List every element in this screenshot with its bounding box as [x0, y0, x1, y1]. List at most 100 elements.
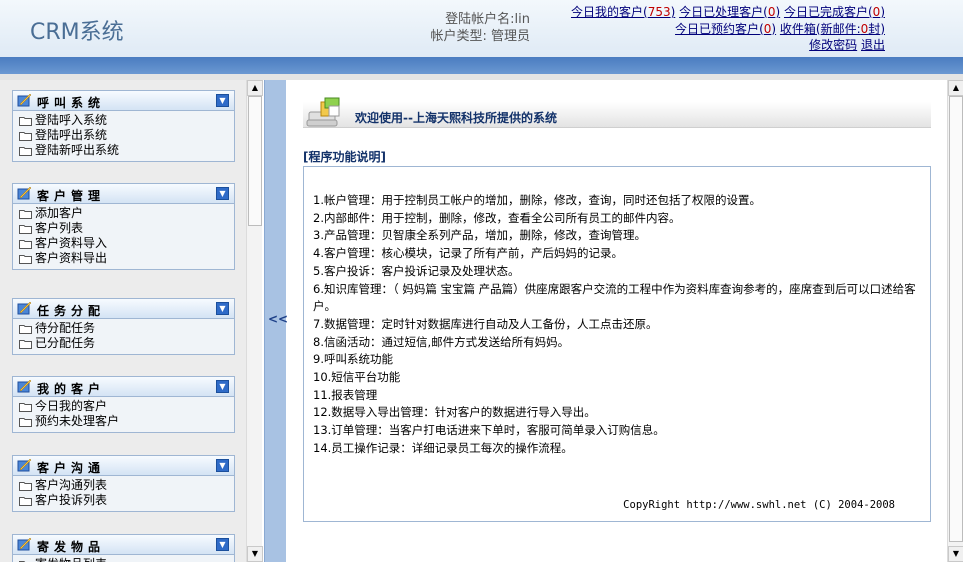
sidebar-scrollbar[interactable]: ▲ ▼	[246, 80, 263, 562]
feature-item: 12.数据导入导出管理：针对客户的数据进行导入导出。	[313, 405, 596, 420]
change-password-link[interactable]: 修改密码	[809, 38, 857, 52]
sidebar-menu-item-label: 客户沟通列表	[35, 478, 108, 492]
sidebar-menu-item[interactable]: 预约未处理客户	[19, 414, 234, 429]
menu-group: 我的客户 ▼ 今日我的客户 预约未处理客户	[12, 376, 235, 433]
feature-box: 1.帐户管理：用于控制员工帐户的增加，删除，修改，查询，同时还包括了权限的设置。…	[303, 166, 931, 522]
feature-item: 13.订单管理：当客户打电话进来下单时，客服可简单录入订购信息。	[313, 423, 665, 438]
folder-icon	[19, 147, 32, 156]
menu-group-icon	[17, 301, 32, 315]
sidebar-menu-item-label: 客户资料导出	[35, 251, 108, 265]
sidebar-scroll-thumb[interactable]	[248, 96, 262, 226]
sidebar-menu-item[interactable]: 客户投诉列表	[19, 493, 234, 508]
collapse-icon[interactable]: ▼	[216, 380, 229, 393]
sidebar-menu-item-label: 寄发物品列表	[35, 557, 107, 562]
folder-icon	[19, 403, 32, 412]
menu-group-icon	[17, 379, 32, 393]
menu-group-body: 客户沟通列表 客户投诉列表	[13, 476, 234, 511]
inbox-link[interactable]: 收件箱(新邮件:0封)	[780, 22, 885, 36]
account-info: 登陆帐户名:lin 帐户类型: 管理员	[380, 11, 530, 45]
menu-group-body: 登陆呼入系统 登陆呼出系统 登陆新呼出系统	[13, 111, 234, 161]
sidebar-menu-item[interactable]: 登陆新呼出系统	[19, 143, 234, 158]
menu-group-header[interactable]: 客户管理 ▼	[13, 184, 234, 204]
menu-group-title: 客户沟通	[37, 461, 106, 475]
folder-icon	[19, 132, 32, 141]
folder-icon	[19, 482, 32, 491]
sidebar-menu-item[interactable]: 待分配任务	[19, 321, 234, 336]
menu-group-header[interactable]: 寄发物品 ▼	[13, 535, 234, 555]
menu-group-icon	[17, 186, 32, 200]
section-title: [程序功能说明]	[303, 150, 386, 164]
sidebar-menu-item[interactable]: 登陆呼入系统	[19, 113, 234, 128]
sidebar-menu-item[interactable]: 客户列表	[19, 221, 234, 236]
feature-item: 2.内部邮件：用于控制，删除，修改，查看全公司所有员工的邮件内容。	[313, 210, 681, 225]
feature-item: 5.客户投诉：客户投诉记录及处理状态。	[313, 263, 520, 278]
menu-group-body: 待分配任务 已分配任务	[13, 319, 234, 354]
main-scroll-up-button[interactable]: ▲	[948, 80, 963, 96]
feature-item: 8.信函活动：通过短信,邮件方式发送给所有妈妈。	[313, 334, 570, 349]
collapse-icon[interactable]: ▼	[216, 459, 229, 472]
sidebar-menu-item[interactable]: 客户资料导出	[19, 251, 234, 266]
collapse-icon[interactable]: ▼	[216, 302, 229, 315]
folder-icon	[19, 240, 32, 249]
sidebar-menu-item-label: 客户列表	[35, 221, 84, 235]
menu-group-header[interactable]: 我的客户 ▼	[13, 377, 234, 397]
sidebar-menu-item[interactable]: 登陆呼出系统	[19, 128, 234, 143]
folder-icon	[19, 255, 32, 264]
collapse-icon[interactable]: ▼	[216, 187, 229, 200]
feature-item: 6.知识库管理：（ 妈妈篇 宝宝篇 产品篇）供座席跟客户交流的工程中作为资料库查…	[313, 281, 916, 314]
sidebar-menu-item[interactable]: 寄发物品列表	[19, 557, 234, 562]
menu-group-body: 添加客户 客户列表 客户资料导入 客户资料导出	[13, 204, 234, 269]
today-done-link[interactable]: 今日已完成客户(0)	[784, 5, 885, 19]
menu-group: 呼叫系统 ▼ 登陆呼入系统 登陆呼出系统 登陆新呼出系统	[12, 90, 235, 162]
feature-item: 11.报表管理	[313, 387, 378, 402]
sidebar-menu-item-label: 今日我的客户	[35, 399, 108, 413]
sidebar-menu-item[interactable]: 客户资料导入	[19, 236, 234, 251]
header-blue-bar	[0, 57, 963, 74]
welcome-icon	[306, 97, 340, 127]
sidebar-scroll-down-button[interactable]: ▼	[247, 546, 263, 562]
collapse-sidebar-arrow[interactable]: <<	[268, 312, 288, 326]
menu-group-header[interactable]: 任务分配 ▼	[13, 299, 234, 319]
menu-group-title: 我的客户	[37, 382, 106, 396]
collapse-icon[interactable]: ▼	[216, 538, 229, 551]
collapse-icon[interactable]: ▼	[216, 94, 229, 107]
today-reserved-link[interactable]: 今日已预约客户(0)	[675, 22, 776, 36]
main-scrollbar[interactable]: ▲ ▼	[947, 80, 963, 562]
menu-group-body: 寄发物品列表	[13, 555, 234, 562]
menu-group: 寄发物品 ▼ 寄发物品列表	[12, 534, 235, 562]
menu-group-title: 客户管理	[37, 189, 106, 203]
folder-icon	[19, 418, 32, 427]
menu-group-header[interactable]: 客户沟通 ▼	[13, 456, 234, 476]
today-my-customers-link[interactable]: 今日我的客户(753)	[571, 5, 675, 19]
folder-icon	[19, 210, 32, 219]
welcome-text: 欢迎使用--上海天熙科技所提供的系统	[355, 111, 557, 125]
sidebar-menu-item[interactable]: 今日我的客户	[19, 399, 234, 414]
sidebar-splitter[interactable]: <<	[264, 80, 288, 562]
main-scroll-down-button[interactable]: ▼	[948, 546, 963, 562]
app-logo: CRM系统	[30, 20, 124, 45]
feature-list: 1.帐户管理：用于控制员工帐户的增加，删除，修改，查询，同时还包括了权限的设置。…	[313, 192, 923, 458]
feature-item: 14.员工操作记录：详细记录员工每次的操作流程。	[313, 440, 573, 455]
sidebar-menu-item[interactable]: 客户沟通列表	[19, 478, 234, 493]
menu-group: 客户管理 ▼ 添加客户 客户列表 客户资料导入 客户资料导出	[12, 183, 235, 270]
stats-links: 今日我的客户(753) 今日已处理客户(0) 今日已完成客户(0) 今日已预约客…	[571, 4, 885, 54]
main-scroll-thumb[interactable]	[949, 96, 963, 542]
main-content: 欢迎使用--上海天熙科技所提供的系统 [程序功能说明] 1.帐户管理：用于控制员…	[288, 80, 948, 562]
menu-group: 任务分配 ▼ 待分配任务 已分配任务	[12, 298, 235, 355]
feature-item: 1.帐户管理：用于控制员工帐户的增加，删除，修改，查询，同时还包括了权限的设置。	[313, 193, 761, 207]
sidebar-menu-item[interactable]: 添加客户	[19, 206, 234, 221]
sidebar-menu-item-label: 登陆呼入系统	[35, 113, 108, 127]
welcome-bar: 欢迎使用--上海天熙科技所提供的系统	[303, 97, 931, 128]
folder-icon	[19, 325, 32, 334]
sidebar-scroll-up-button[interactable]: ▲	[247, 80, 263, 96]
feature-item: 9.呼叫系统功能	[313, 352, 393, 367]
today-processed-link[interactable]: 今日已处理客户(0)	[679, 5, 780, 19]
logout-link[interactable]: 退出	[861, 38, 885, 52]
header: CRM系统 登陆帐户名:lin 帐户类型: 管理员 今日我的客户(753) 今日…	[0, 0, 963, 57]
sidebar-menu-item[interactable]: 已分配任务	[19, 336, 234, 351]
menu-group-header[interactable]: 呼叫系统 ▼	[13, 91, 234, 111]
sidebar: 呼叫系统 ▼ 登陆呼入系统 登陆呼出系统 登陆新呼出系统 客户管理 ▼ 添加客户 客户列表 客户资…	[0, 80, 262, 562]
folder-icon	[19, 225, 32, 234]
menu-group-title: 任务分配	[37, 304, 106, 318]
sidebar-menu-item-label: 已分配任务	[35, 336, 96, 350]
